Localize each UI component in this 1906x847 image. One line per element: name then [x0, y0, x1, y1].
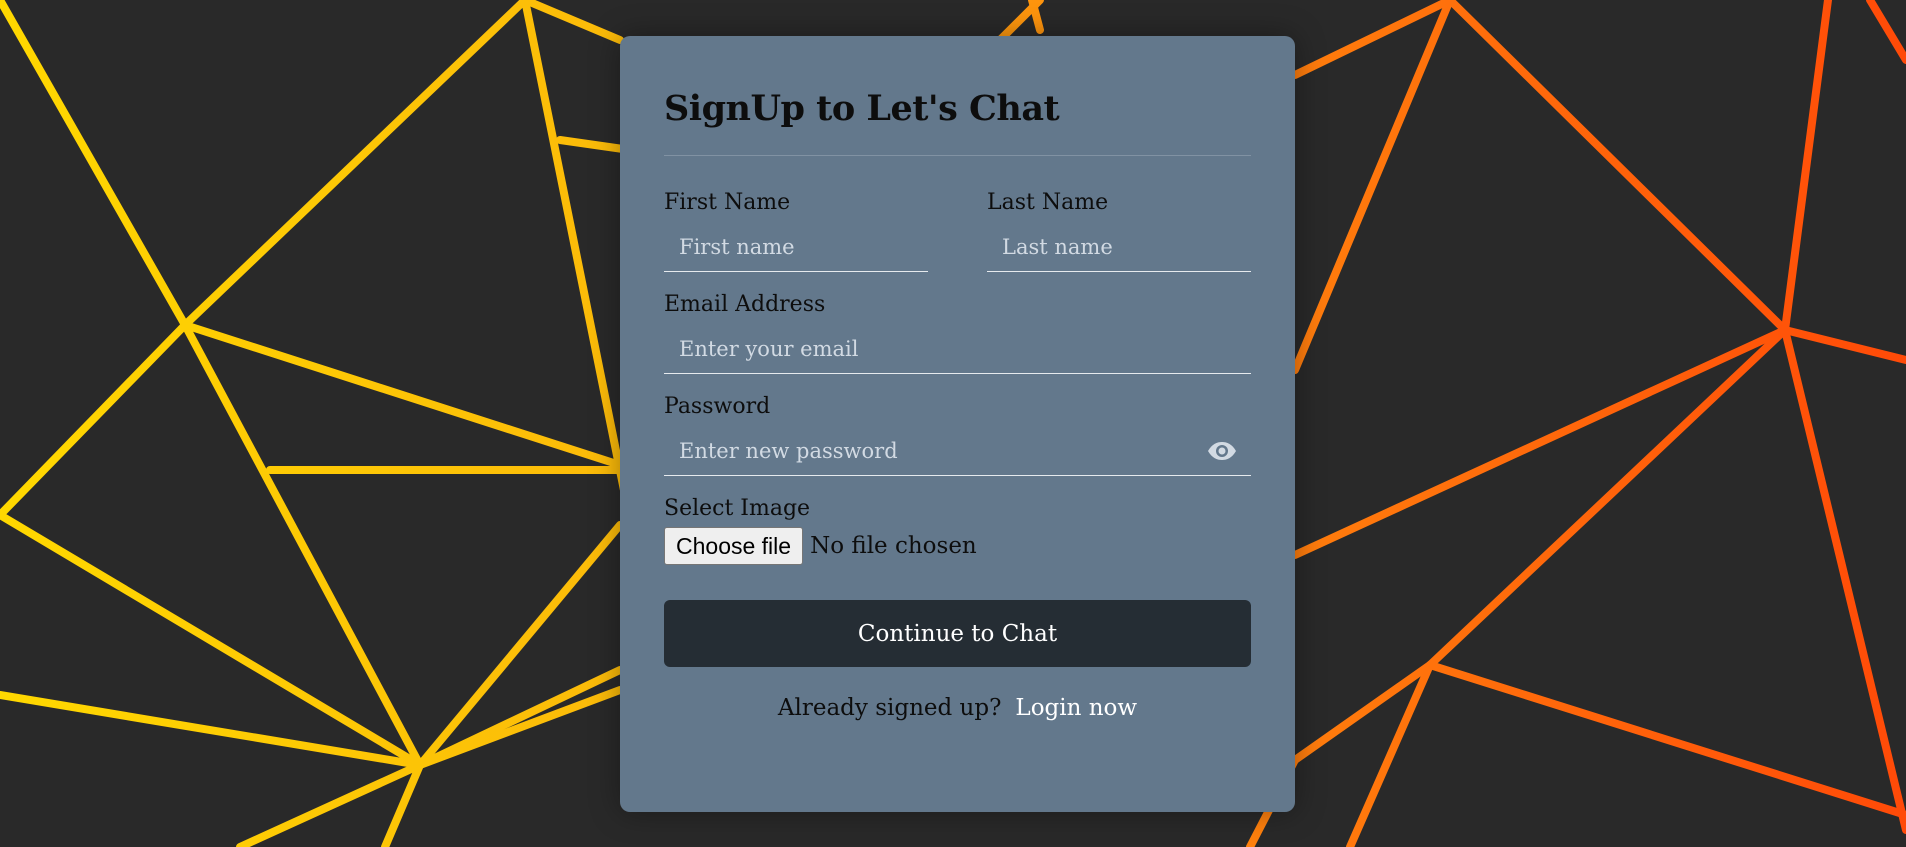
login-link[interactable]: Login now — [1015, 695, 1137, 721]
last-name-input[interactable] — [987, 224, 1251, 270]
image-field: Select Image Choose file No file chosen — [664, 494, 1251, 566]
last-name-label: Last Name — [987, 190, 1109, 215]
password-input[interactable] — [664, 428, 1251, 474]
continue-button[interactable]: Continue to Chat — [664, 600, 1251, 667]
email-field: Email Address — [664, 290, 1251, 374]
title-divider — [664, 155, 1251, 156]
page-title: SignUp to Let's Chat — [664, 88, 1060, 129]
signup-card: SignUp to Let's Chat First Name Last Nam… — [620, 36, 1295, 812]
email-underline — [664, 326, 1251, 374]
email-label: Email Address — [664, 292, 826, 317]
first-name-label: First Name — [664, 190, 791, 215]
login-prompt: Already signed up? Login now — [664, 695, 1251, 721]
email-input[interactable] — [664, 326, 1251, 372]
first-name-underline — [664, 224, 928, 272]
eye-icon[interactable] — [1207, 441, 1237, 461]
login-prompt-text: Already signed up? — [777, 695, 1002, 721]
name-row: First Name Last Name — [664, 188, 1251, 272]
password-label: Password — [664, 394, 771, 419]
last-name-field: Last Name — [987, 188, 1251, 272]
last-name-underline — [987, 224, 1251, 272]
first-name-field: First Name — [664, 188, 928, 272]
choose-file-button[interactable]: Choose file — [664, 527, 804, 565]
first-name-input[interactable] — [664, 224, 928, 270]
password-underline — [664, 428, 1251, 476]
password-field: Password — [664, 392, 1251, 476]
file-picker: Choose file No file chosen — [664, 526, 1251, 566]
image-label: Select Image — [664, 496, 811, 521]
file-status: No file chosen — [810, 533, 977, 559]
